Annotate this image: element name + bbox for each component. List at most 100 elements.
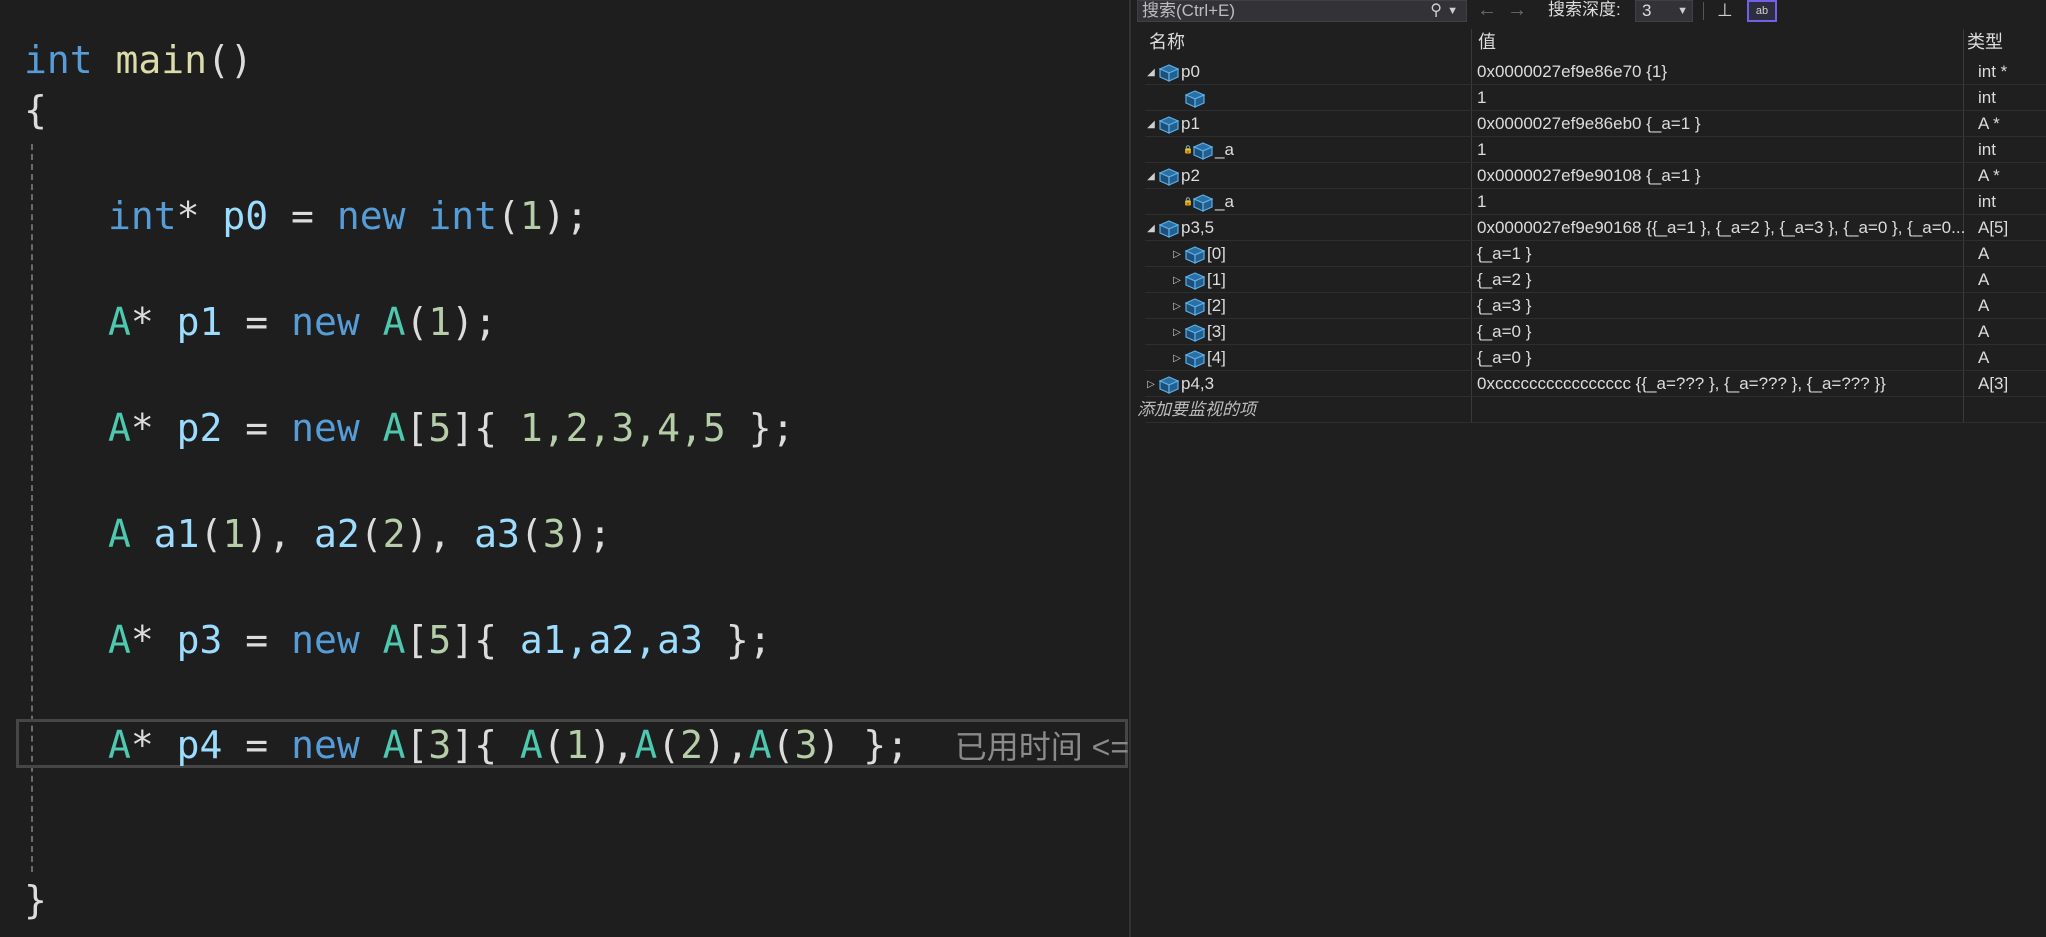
variable-object-icon — [1159, 167, 1179, 186]
add-watch-placeholder[interactable]: 添加要监视的项 — [1137, 397, 1462, 422]
watch-row-name: 🔒 _a — [1145, 189, 1496, 214]
collapsed-arrow-icon[interactable]: ▷ — [1171, 242, 1183, 266]
collapsed-arrow-icon[interactable]: ▷ — [1171, 268, 1183, 292]
variable-name: [0] — [1207, 244, 1226, 263]
code-line-9: } — [24, 878, 47, 922]
add-watch-row[interactable]: 添加要监视的项 — [1137, 397, 2046, 423]
variable-object-icon — [1185, 349, 1205, 368]
search-previous-arrow-icon[interactable]: ← — [1477, 0, 1497, 20]
expanded-arrow-icon[interactable]: ◢ — [1145, 112, 1157, 136]
watch-row-value[interactable]: 0x0000027ef9e86eb0 {_a=1 } — [1477, 111, 1965, 136]
hex-display-toggle[interactable]: ab — [1747, 0, 1777, 22]
code-line-7: A* p3 = new A[5]{ a1,a2,a3 }; — [108, 618, 772, 662]
search-input[interactable]: 搜索(Ctrl+E) ⚲ ▼ — [1137, 0, 1467, 22]
watch-row[interactable]: ◢ p3,5 0x0000027ef9e90168 {{_a=1 }, {_a=2 … — [1145, 215, 2046, 241]
search-depth-label: 搜索深度: — [1548, 0, 1621, 19]
variable-object-icon — [1159, 115, 1179, 134]
watch-row[interactable]: ▷ [4] {_a=0 } A — [1145, 345, 2046, 371]
variable-object-icon — [1185, 271, 1205, 290]
watch-row-type: A — [1978, 244, 1990, 263]
watch-row-type: A * — [1978, 166, 2000, 185]
watch-row-type: int — [1978, 88, 1996, 107]
hex-toggle-label: ab — [1755, 5, 1769, 17]
watch-row-value[interactable]: 0xcccccccccccccccc {{_a=??? }, {_a=??? }… — [1477, 371, 1965, 396]
watch-row[interactable]: 🔒 _a 1 int — [1145, 189, 2046, 215]
watch-row-name: ◢ p3,5 — [1145, 215, 1470, 240]
collapsed-arrow-icon[interactable]: ▷ — [1171, 346, 1183, 370]
column-header-type[interactable]: 类型 — [1967, 29, 2003, 55]
watch-row-name: ▷ [0] — [1145, 241, 1496, 266]
expanded-arrow-icon[interactable]: ◢ — [1145, 164, 1157, 188]
watch-row-type: int — [1978, 192, 1996, 211]
code-line-6: A a1(1), a2(2), a3(3); — [108, 512, 612, 556]
collapsed-arrow-icon[interactable]: ▷ — [1171, 320, 1183, 344]
chevron-down-icon: ▼ — [1677, 5, 1688, 17]
watch-row-value[interactable]: 0x0000027ef9e90108 {_a=1 } — [1477, 163, 1965, 188]
watch-row-name: ▷ [1] — [1145, 267, 1496, 292]
watch-row-type: int * — [1978, 62, 2008, 81]
watch-row-type: A * — [1978, 114, 2000, 133]
variable-object-icon — [1159, 63, 1179, 82]
watch-row-type: A[3] — [1978, 374, 2009, 393]
watch-row[interactable]: 🔒 _a 1 int — [1145, 137, 2046, 163]
expanded-arrow-icon[interactable]: ◢ — [1145, 60, 1157, 84]
watch-row-name: ▷ [2] — [1145, 293, 1496, 318]
watch-row-value[interactable]: {_a=0 } — [1477, 345, 1965, 370]
watch-row[interactable]: ◢ p1 0x0000027ef9e86eb0 {_a=1 } A * — [1145, 111, 2046, 137]
watch-row-value[interactable]: {_a=2 } — [1477, 267, 1965, 292]
watch-row-name: ◢ p2 — [1145, 163, 1470, 188]
watch-row-name: 🔒 _a — [1145, 137, 1496, 162]
watch-row[interactable]: ◢ p0 0x0000027ef9e86e70 {1} int * — [1145, 59, 2046, 85]
variable-object-icon — [1159, 375, 1179, 394]
code-line-8: A* p4 = new A[3]{ A(1),A(2),A(3) }; 已用时间… — [24, 715, 1128, 775]
variable-name: _a — [1215, 140, 1234, 159]
variable-name: [2] — [1207, 296, 1226, 315]
watch-row-type: int — [1978, 140, 1996, 159]
watch-row-value[interactable]: 0x0000027ef9e86e70 {1} — [1477, 59, 1965, 84]
watch-row[interactable]: ▷ [0] {_a=1 } A — [1145, 241, 2046, 267]
watch-row[interactable]: ▷ [1] {_a=2 } A — [1145, 267, 2046, 293]
private-lock-icon: 🔒 — [1183, 197, 1193, 206]
search-icon[interactable]: ⚲ — [1430, 1, 1442, 21]
watch-row-value[interactable]: {_a=0 } — [1477, 319, 1965, 344]
code-editor[interactable]: int main() { int* p0 = new int(1); A* p1… — [0, 0, 1128, 937]
watch-row-value[interactable]: 0x0000027ef9e90168 {{_a=1 }, {_a=2 }, {_… — [1477, 215, 1965, 240]
watch-row-value[interactable]: {_a=1 } — [1477, 241, 1965, 266]
search-options-caret-icon[interactable]: ▼ — [1447, 1, 1458, 21]
watch-row-type: A — [1978, 270, 1990, 289]
variable-name: p0 — [1181, 62, 1200, 81]
collapsed-arrow-icon[interactable]: ▷ — [1145, 372, 1157, 396]
watch-row-value[interactable]: 1 — [1477, 137, 1965, 162]
variable-object-icon — [1185, 323, 1205, 342]
variable-object-icon — [1185, 245, 1205, 264]
watch-row[interactable]: ▷ [2] {_a=3 } A — [1145, 293, 2046, 319]
watch-row[interactable]: 1 int — [1145, 85, 2046, 111]
code-line-5: A* p2 = new A[5]{ 1,2,3,4,5 }; — [108, 406, 795, 450]
watch-row-value[interactable]: {_a=3 } — [1477, 293, 1965, 318]
elapsed-time-hint[interactable]: 已用时间 <= 1m — [955, 729, 1128, 765]
pin-icon[interactable]: ⊥ — [1717, 0, 1733, 20]
variable-object-icon — [1193, 193, 1213, 212]
search-next-arrow-icon[interactable]: → — [1507, 0, 1527, 20]
toolbar-divider — [1703, 2, 1704, 20]
watch-row-value[interactable]: 1 — [1477, 85, 1965, 110]
watch-row[interactable]: ▷ p4,3 0xcccccccccccccccc {{_a=??? }, {_a=… — [1145, 371, 2046, 397]
variable-object-icon — [1159, 219, 1179, 238]
variable-object-icon — [1185, 297, 1205, 316]
watch-row[interactable]: ▷ [3] {_a=0 } A — [1145, 319, 2046, 345]
collapsed-arrow-icon[interactable]: ▷ — [1171, 294, 1183, 318]
column-header-value[interactable]: 值 — [1478, 29, 1496, 55]
watch-row-name: ▷ [3] — [1145, 319, 1496, 344]
private-lock-icon: 🔒 — [1183, 145, 1193, 154]
search-placeholder: 搜索(Ctrl+E) — [1142, 1, 1236, 20]
watch-panel: 搜索(Ctrl+E) ⚲ ▼ ← → 搜索深度: 3 ▼ ⊥ ab 名称 值 类… — [1129, 0, 2046, 937]
watch-row[interactable]: ◢ p2 0x0000027ef9e90108 {_a=1 } A * — [1145, 163, 2046, 189]
watch-row-type: A — [1978, 296, 1990, 315]
expanded-arrow-icon[interactable]: ◢ — [1145, 216, 1157, 240]
search-depth-dropdown[interactable]: 3 ▼ — [1635, 0, 1693, 22]
watch-row-type: A — [1978, 322, 1990, 341]
watch-row-value[interactable]: 1 — [1477, 189, 1965, 214]
column-header-name[interactable]: 名称 — [1149, 29, 1185, 55]
variable-object-icon — [1193, 141, 1213, 160]
watch-row-name: ▷ [4] — [1145, 345, 1496, 370]
